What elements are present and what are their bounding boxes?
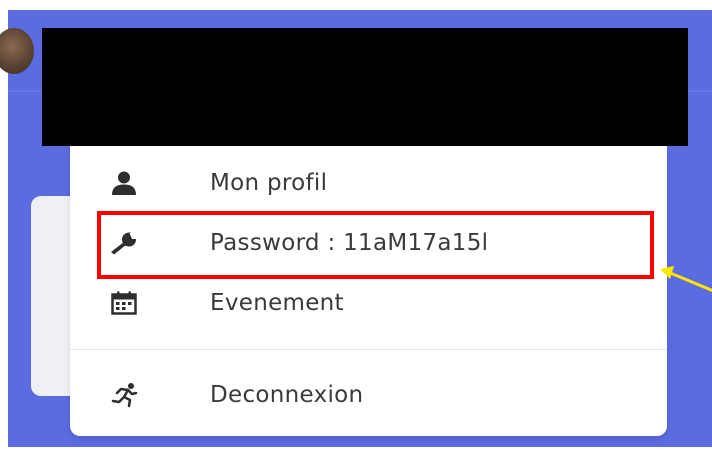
calendar-icon (106, 285, 142, 321)
redacted-header (42, 28, 688, 146)
menu-item-evenement[interactable]: Evenement (70, 274, 667, 332)
menu-item-label: Mon profil (210, 170, 328, 196)
menu-divider (70, 349, 667, 350)
menu-item-mon-profil[interactable]: Mon profil (70, 154, 667, 212)
menu-item-deconnexion[interactable]: Deconnexion (70, 366, 667, 424)
running-person-icon (106, 377, 142, 413)
annotation-arrow-icon (660, 266, 712, 292)
menu-item-label: Evenement (210, 290, 344, 316)
menu-item-label: Deconnexion (210, 382, 364, 408)
annotation-highlight-box (97, 211, 654, 279)
user-dropdown-menu: Mon profil Password : 11aM17a15l Eveneme… (70, 146, 667, 436)
screenshot-stage: Mon profil Password : 11aM17a15l Eveneme… (0, 0, 712, 457)
user-icon (106, 165, 142, 201)
